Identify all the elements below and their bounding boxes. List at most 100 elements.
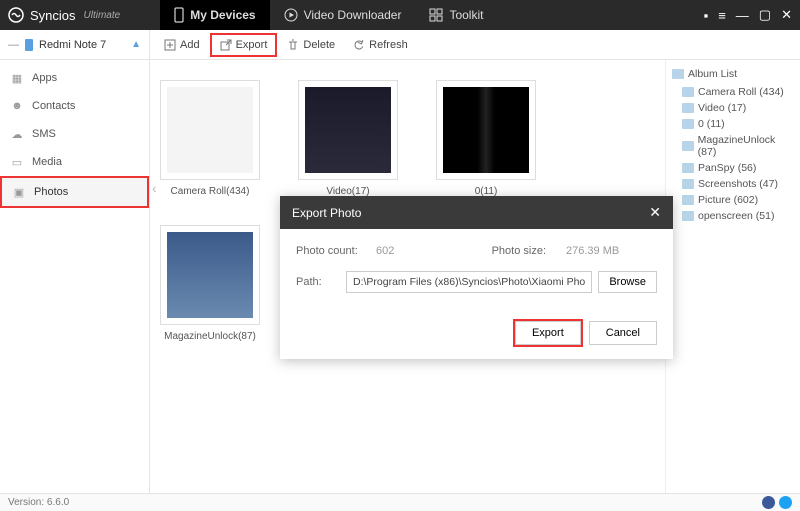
album-item[interactable]: Video(17) <box>298 80 398 197</box>
sidebar-item-label: Contacts <box>32 100 75 112</box>
album-thumb <box>160 80 260 180</box>
person-icon: ☻ <box>10 99 24 113</box>
sub-toolbar: — Redmi Note 7 ▲ Add Export Delete Refre… <box>0 30 800 60</box>
dialog-info-row: Photo count: 602 Photo size: 276.39 MB <box>296 245 657 257</box>
album-thumb <box>436 80 536 180</box>
dash-icon: — <box>8 39 19 51</box>
sidebar-item-photos[interactable]: ▣ Photos <box>0 176 149 208</box>
grid-icon: ▦ <box>10 71 24 85</box>
btn-label: Refresh <box>369 39 408 51</box>
close-icon[interactable]: ✕ <box>781 7 792 23</box>
album-list-item[interactable]: 0 (11) <box>672 116 794 132</box>
facebook-icon[interactable] <box>762 496 775 509</box>
twitter-icon[interactable] <box>779 496 792 509</box>
album-thumb <box>160 225 260 325</box>
album-label: MagazineUnlock(87) <box>160 331 260 342</box>
sidebar-item-label: Apps <box>32 72 57 84</box>
media-icon: ▭ <box>10 155 24 169</box>
album-item[interactable]: Camera Roll(434) <box>160 80 260 197</box>
btn-label: Add <box>180 39 200 51</box>
dialog-path-row: Path: Browse <box>296 271 657 293</box>
dialog-close-icon[interactable]: ✕ <box>649 204 661 221</box>
play-circle-icon <box>284 8 298 22</box>
scroll-left-icon[interactable]: ‹ <box>152 180 157 196</box>
count-label: Photo count: <box>296 245 376 257</box>
add-button[interactable]: Add <box>156 35 208 55</box>
maximize-icon[interactable]: ▢ <box>759 7 771 23</box>
dialog-body: Photo count: 602 Photo size: 276.39 MB P… <box>280 229 673 321</box>
album-item[interactable]: 0(11) <box>436 80 536 197</box>
tab-label: My Devices <box>190 8 255 22</box>
phone-icon <box>174 7 184 23</box>
social-links <box>762 496 792 509</box>
album-thumb <box>298 80 398 180</box>
dialog-footer: Export Cancel <box>280 321 673 359</box>
album-list-item[interactable]: MagazineUnlock (87) <box>672 132 794 160</box>
album-list-item[interactable]: Screenshots (47) <box>672 176 794 192</box>
export-dialog: Export Photo ✕ Photo count: 602 Photo si… <box>280 196 673 359</box>
folder-icon <box>682 163 694 173</box>
chat-icon[interactable]: ▪ <box>704 8 709 23</box>
folder-icon <box>682 179 694 189</box>
album-list-item[interactable]: openscreen (51) <box>672 208 794 224</box>
folder-icon <box>682 141 694 151</box>
btn-label: Delete <box>303 39 335 51</box>
version-label: Version: 6.6.0 <box>8 497 69 508</box>
refresh-icon <box>353 39 365 51</box>
path-input[interactable] <box>346 271 592 293</box>
menu-icon[interactable]: ≡ <box>718 8 726 23</box>
album-list-item[interactable]: Camera Roll (434) <box>672 84 794 100</box>
tab-toolkit[interactable]: Toolkit <box>415 0 497 30</box>
folder-icon <box>672 69 684 79</box>
minimize-icon[interactable]: — <box>736 8 749 23</box>
sidebar-item-media[interactable]: ▭Media <box>0 148 149 176</box>
dialog-cancel-button[interactable]: Cancel <box>589 321 657 345</box>
chevron-up-icon: ▲ <box>131 39 141 50</box>
tab-label: Video Downloader <box>304 8 402 22</box>
device-icon <box>25 39 33 51</box>
nav-tabs: My Devices Video Downloader Toolkit <box>160 0 497 30</box>
delete-button[interactable]: Delete <box>279 35 343 55</box>
sidebar-item-apps[interactable]: ▦ Apps <box>0 64 149 92</box>
album-label: Camera Roll(434) <box>160 186 260 197</box>
album-list-title: Album List <box>672 68 794 80</box>
tab-video-downloader[interactable]: Video Downloader <box>270 0 416 30</box>
window-controls: ▪ ≡ — ▢ ✕ <box>704 7 792 23</box>
sidebar-item-contacts[interactable]: ☻ Contacts <box>0 92 149 120</box>
brand: Syncios Ultimate <box>8 7 120 23</box>
tab-label: Toolkit <box>449 8 483 22</box>
folder-icon <box>682 195 694 205</box>
dialog-header: Export Photo ✕ <box>280 196 673 229</box>
dialog-title: Export Photo <box>292 206 361 220</box>
album-list-item[interactable]: Video (17) <box>672 100 794 116</box>
path-label: Path: <box>296 276 346 288</box>
brand-edition: Ultimate <box>84 10 121 21</box>
refresh-button[interactable]: Refresh <box>345 35 416 55</box>
folder-icon <box>682 103 694 113</box>
device-name: Redmi Note 7 <box>39 39 106 51</box>
image-icon: ▣ <box>12 185 26 199</box>
grid4-icon <box>429 8 443 22</box>
trash-icon <box>287 39 299 51</box>
sidebar: ▦ Apps ☻ Contacts ☁SMS ▭Media ▣ Photos <box>0 60 150 493</box>
folder-icon <box>682 211 694 221</box>
btn-label: Export <box>236 39 268 51</box>
sidebar-item-label: Photos <box>34 186 68 198</box>
brand-name: Syncios <box>30 8 76 23</box>
browse-button[interactable]: Browse <box>598 271 657 293</box>
size-value: 276.39 MB <box>566 245 656 257</box>
footer: Version: 6.6.0 <box>0 493 800 511</box>
folder-icon <box>682 119 694 129</box>
album-list-item[interactable]: Picture (602) <box>672 192 794 208</box>
titlebar: Syncios Ultimate My Devices Video Downlo… <box>0 0 800 30</box>
dialog-export-button[interactable]: Export <box>515 321 581 345</box>
tab-my-devices[interactable]: My Devices <box>160 0 269 30</box>
action-toolbar: Add Export Delete Refresh <box>150 33 416 57</box>
device-selector[interactable]: — Redmi Note 7 ▲ <box>0 30 150 59</box>
export-button[interactable]: Export <box>210 33 278 57</box>
album-item[interactable]: MagazineUnlock(87) <box>160 225 260 342</box>
add-icon <box>164 39 176 51</box>
album-list-item[interactable]: PanSpy (56) <box>672 160 794 176</box>
sidebar-item-sms[interactable]: ☁SMS <box>0 120 149 148</box>
sidebar-item-label: SMS <box>32 128 56 140</box>
